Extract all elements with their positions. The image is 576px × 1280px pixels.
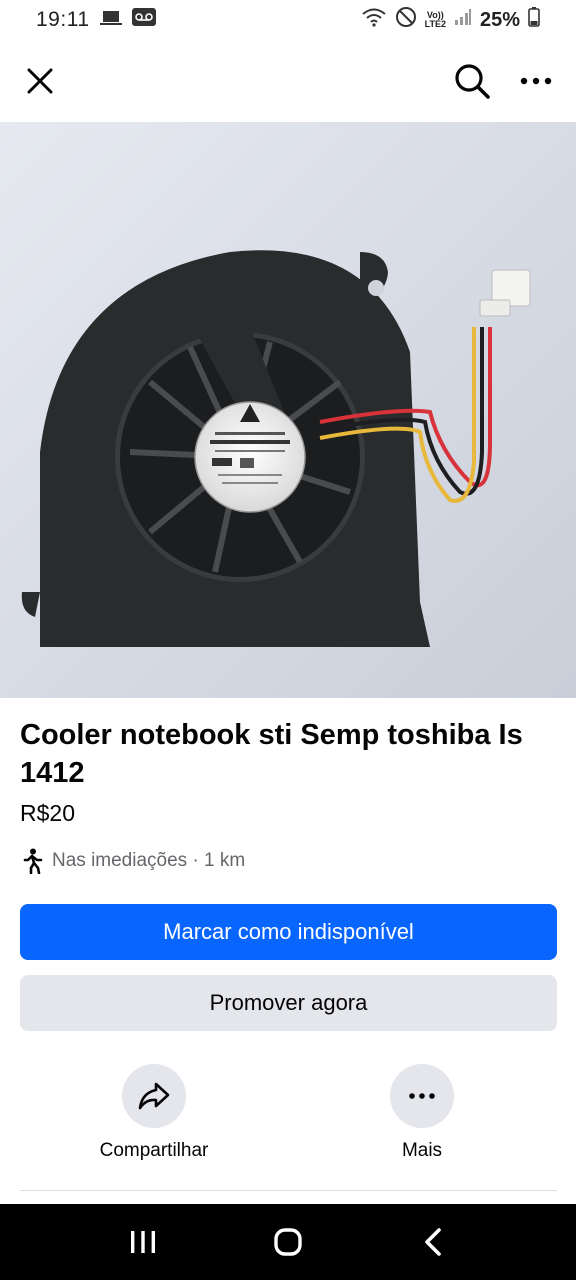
system-nav-bar	[0, 1204, 576, 1280]
more-circle[interactable]	[390, 1064, 454, 1128]
close-icon	[27, 68, 53, 94]
battery-icon	[528, 7, 540, 33]
home-icon	[274, 1228, 302, 1256]
divider	[20, 1190, 557, 1191]
lte-bottom: LTE2	[424, 19, 446, 29]
listing-location: Nas imediações · 1 km	[20, 848, 245, 874]
close-button[interactable]	[20, 61, 60, 101]
back-button[interactable]	[403, 1212, 463, 1272]
location-text: Nas imediações · 1 km	[52, 850, 246, 871]
app-bar	[0, 48, 576, 114]
laptop-icon	[99, 9, 122, 32]
status-left: 19:11	[36, 8, 156, 32]
mark-unavailable-button[interactable]: Marcar como indisponível	[20, 904, 557, 960]
home-button[interactable]	[258, 1212, 318, 1272]
recent-apps-icon	[130, 1231, 155, 1253]
share-circle[interactable]	[122, 1064, 186, 1128]
do-not-disturb-icon	[395, 6, 417, 34]
listing-photo[interactable]	[0, 122, 576, 698]
recent-apps-button[interactable]	[113, 1212, 173, 1272]
more-action[interactable]: Mais	[322, 1064, 522, 1162]
search-button[interactable]	[452, 61, 492, 101]
signal-icon	[454, 8, 472, 32]
wifi-icon	[361, 7, 387, 33]
share-label: Compartilhar	[99, 1140, 209, 1161]
lte-indicator: Vo)) LTE2	[425, 11, 446, 29]
walking-icon	[23, 848, 43, 874]
listing-price: R$20	[20, 800, 75, 826]
share-icon	[138, 1082, 170, 1110]
promote-now-button[interactable]: Promover agora	[20, 975, 557, 1031]
more-horizontal-icon	[520, 77, 552, 85]
more-options-button[interactable]	[516, 61, 556, 101]
listing-title: Cooler notebook sti Semp toshiba Is 1412	[20, 719, 523, 789]
back-icon	[425, 1228, 442, 1256]
cooler-fan-image	[0, 122, 576, 698]
mark-unavailable-label: Marcar como indisponível	[163, 919, 414, 944]
search-icon	[455, 64, 490, 99]
share-action[interactable]: Compartilhar	[54, 1064, 254, 1162]
battery-level: 25%	[479, 8, 520, 31]
voicemail-icon	[131, 8, 156, 32]
status-time: 19:11	[36, 8, 90, 31]
promote-now-label: Promover agora	[209, 990, 368, 1015]
more-label: Mais	[401, 1140, 443, 1161]
status-bar: 19:11 Vo)) LTE2 25%	[0, 0, 576, 40]
status-right: Vo)) LTE2 25%	[361, 6, 540, 34]
more-horizontal-icon	[409, 1093, 435, 1099]
